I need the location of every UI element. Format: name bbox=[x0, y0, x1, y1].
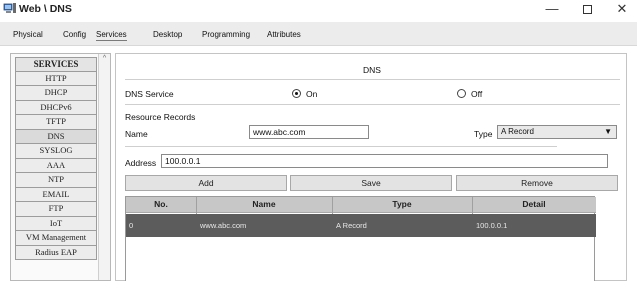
tab-physical[interactable]: Physical bbox=[13, 30, 43, 39]
panel-title: DNS bbox=[363, 65, 381, 75]
tab-attributes[interactable]: Attributes bbox=[267, 30, 301, 39]
resource-records-label: Resource Records bbox=[125, 112, 196, 122]
tab-services[interactable]: Services bbox=[96, 30, 127, 41]
scroll-up-icon[interactable]: ^ bbox=[99, 55, 110, 62]
maximize-icon bbox=[582, 5, 592, 14]
sidebar-item-radius-eap[interactable]: Radius EAP bbox=[15, 245, 97, 260]
tab-desktop[interactable]: Desktop bbox=[153, 30, 182, 39]
dns-on-label[interactable]: On bbox=[306, 89, 317, 99]
title-bar: Web \ DNS — ✕ bbox=[0, 0, 637, 22]
dns-off-label[interactable]: Off bbox=[471, 89, 482, 99]
sidebar-item-vm-management[interactable]: VM Management bbox=[15, 231, 97, 246]
dns-off-radio[interactable] bbox=[457, 89, 466, 98]
type-select[interactable]: A Record ▼ bbox=[497, 125, 617, 139]
cell-detail: 100.0.0.1 bbox=[476, 221, 508, 230]
records-divider bbox=[125, 146, 557, 147]
cell-no: 0 bbox=[129, 221, 134, 230]
sidebar-item-iot[interactable]: IoT bbox=[15, 216, 97, 231]
services-sidebar: SERVICES HTTP DHCP DHCPv6 TFTP DNS SYSLO… bbox=[10, 53, 111, 281]
services-list: SERVICES HTTP DHCP DHCPv6 TFTP DNS SYSLO… bbox=[15, 57, 97, 260]
add-button[interactable]: Add bbox=[125, 175, 287, 191]
minimize-button[interactable]: — bbox=[538, 1, 566, 19]
tab-bar: Physical Config Services Desktop Program… bbox=[0, 22, 637, 46]
tab-programming[interactable]: Programming bbox=[202, 30, 250, 39]
dns-panel: DNS DNS Service On Off Resource Records … bbox=[115, 53, 627, 281]
type-label: Type bbox=[474, 129, 493, 139]
column-header-type[interactable]: Type bbox=[332, 199, 472, 209]
tab-config[interactable]: Config bbox=[63, 30, 86, 39]
sidebar-item-ntp[interactable]: NTP bbox=[15, 173, 97, 188]
chevron-down-icon: ▼ bbox=[604, 127, 612, 136]
type-select-value: A Record bbox=[501, 127, 534, 136]
dns-on-radio[interactable] bbox=[292, 89, 301, 98]
sidebar-item-http[interactable]: HTTP bbox=[15, 71, 97, 86]
save-button[interactable]: Save bbox=[290, 175, 452, 191]
cell-name: www.abc.com bbox=[200, 221, 247, 230]
sidebar-item-tftp[interactable]: TFTP bbox=[15, 115, 97, 130]
sidebar-scrollbar[interactable]: ^ bbox=[98, 54, 110, 280]
services-header: SERVICES bbox=[15, 57, 97, 72]
maximize-button[interactable] bbox=[573, 1, 601, 19]
column-header-no[interactable]: No. bbox=[126, 199, 196, 209]
app-icon bbox=[3, 3, 16, 13]
column-header-name[interactable]: Name bbox=[196, 199, 332, 209]
sidebar-item-syslog[interactable]: SYSLOG bbox=[15, 144, 97, 159]
sidebar-item-dhcp[interactable]: DHCP bbox=[15, 86, 97, 101]
records-table: No. Name Type Detail 0 www.abc.com A Rec… bbox=[125, 196, 596, 281]
sidebar-item-aaa[interactable]: AAA bbox=[15, 158, 97, 173]
name-label: Name bbox=[125, 129, 148, 139]
sidebar-item-ftp[interactable]: FTP bbox=[15, 202, 97, 217]
sidebar-item-dns[interactable]: DNS bbox=[15, 129, 97, 144]
window-title: Web \ DNS bbox=[19, 3, 72, 15]
cell-type: A Record bbox=[336, 221, 367, 230]
sidebar-item-dhcpv6[interactable]: DHCPv6 bbox=[15, 100, 97, 115]
address-label: Address bbox=[125, 158, 157, 168]
address-input[interactable]: 100.0.0.1 bbox=[161, 154, 608, 168]
service-divider bbox=[125, 104, 620, 105]
remove-button[interactable]: Remove bbox=[456, 175, 618, 191]
dns-service-label: DNS Service bbox=[125, 89, 174, 99]
close-button[interactable]: ✕ bbox=[608, 1, 636, 19]
sidebar-item-email[interactable]: EMAIL bbox=[15, 187, 97, 202]
title-divider bbox=[125, 79, 620, 80]
table-row[interactable]: 0 www.abc.com A Record 100.0.0.1 bbox=[126, 214, 596, 237]
name-input[interactable]: www.abc.com bbox=[249, 125, 369, 139]
column-header-detail[interactable]: Detail bbox=[472, 199, 596, 209]
